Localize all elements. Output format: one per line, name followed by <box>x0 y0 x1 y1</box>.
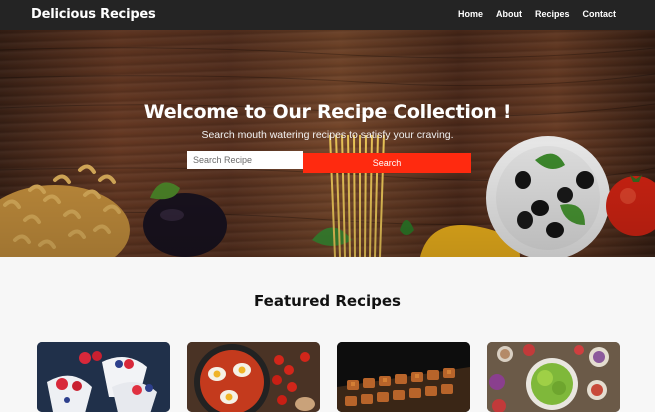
salad-ingredients-image <box>487 342 620 412</box>
nav-links: Home About Recipes Contact <box>458 9 616 19</box>
recipe-card-yogurt[interactable] <box>37 342 170 412</box>
shakshuka-image <box>187 342 320 412</box>
hero-banner: Welcome to Our Recipe Collection ! Searc… <box>0 30 655 257</box>
search-button[interactable]: Search <box>303 153 471 173</box>
nav-link-about[interactable]: About <box>496 9 522 19</box>
hero-title: Welcome to Our Recipe Collection ! <box>143 101 512 123</box>
skewers-image <box>337 342 470 412</box>
nav-link-contact[interactable]: Contact <box>583 9 617 19</box>
yogurt-berries-image <box>37 342 170 412</box>
recipe-card-shakshuka[interactable] <box>187 342 320 412</box>
brand-logo[interactable]: Delicious Recipes <box>31 7 156 22</box>
hero-overlay <box>0 30 655 257</box>
recipe-card-skewers[interactable] <box>337 342 470 412</box>
nav-link-recipes[interactable]: Recipes <box>535 9 570 19</box>
nav-link-home[interactable]: Home <box>458 9 483 19</box>
navbar: Delicious Recipes Home About Recipes Con… <box>0 0 655 30</box>
hero-subtitle: Search mouth watering recipes to satisfy… <box>201 129 454 141</box>
search-input[interactable] <box>187 151 303 169</box>
featured-recipes-heading: Featured Recipes <box>254 292 401 310</box>
recipe-card-salad[interactable] <box>487 342 620 412</box>
